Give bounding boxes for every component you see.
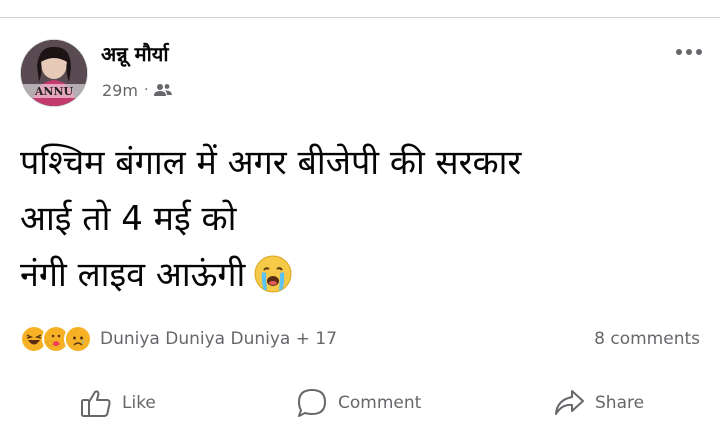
more-options-icon[interactable] <box>672 42 706 62</box>
post-card: ANNU अन्नू मौर्या 29m · पश्चिम बंगाल में… <box>0 18 720 429</box>
comment-count[interactable]: 8 comments <box>594 325 700 353</box>
post-meta: 29m · <box>102 80 173 100</box>
author-name[interactable]: अन्नू मौर्या <box>101 40 169 68</box>
share-button[interactable]: Share <box>553 381 644 425</box>
post-text-line: आई तो 4 मई को <box>20 199 237 239</box>
reaction-icons <box>20 325 92 353</box>
crying-face-icon <box>253 254 293 311</box>
like-icon <box>80 388 112 418</box>
share-icon <box>553 388 585 418</box>
comment-icon <box>296 388 328 418</box>
like-button[interactable]: Like <box>80 381 156 425</box>
reaction-names: Duniya Duniya Duniya + 17 <box>100 329 338 349</box>
post-text-line: पश्चिम बंगाल में अगर बीजेपी की सरकार <box>20 143 522 183</box>
comment-label: Comment <box>338 393 422 413</box>
comment-button[interactable]: Comment <box>296 381 421 425</box>
feed-divider <box>0 0 720 18</box>
sad-icon <box>64 325 92 353</box>
avatar-caption: ANNU <box>34 85 74 98</box>
meta-separator: · <box>143 82 149 98</box>
post-timestamp[interactable]: 29m <box>102 81 138 100</box>
friends-icon[interactable] <box>154 83 173 97</box>
like-label: Like <box>122 393 156 413</box>
post-action-bar: Like Comment Share <box>0 381 720 425</box>
post-text-line: नंगी लाइव आऊंगी <box>20 247 710 311</box>
author-avatar[interactable]: ANNU <box>21 40 87 106</box>
share-label: Share <box>595 393 645 413</box>
post-text: पश्चिम बंगाल में अगर बीजेपी की सरकार आई … <box>20 135 710 311</box>
post-text-line-content: नंगी लाइव आऊंगी <box>20 255 246 295</box>
reactions-summary[interactable]: Duniya Duniya Duniya + 17 <box>20 325 337 353</box>
